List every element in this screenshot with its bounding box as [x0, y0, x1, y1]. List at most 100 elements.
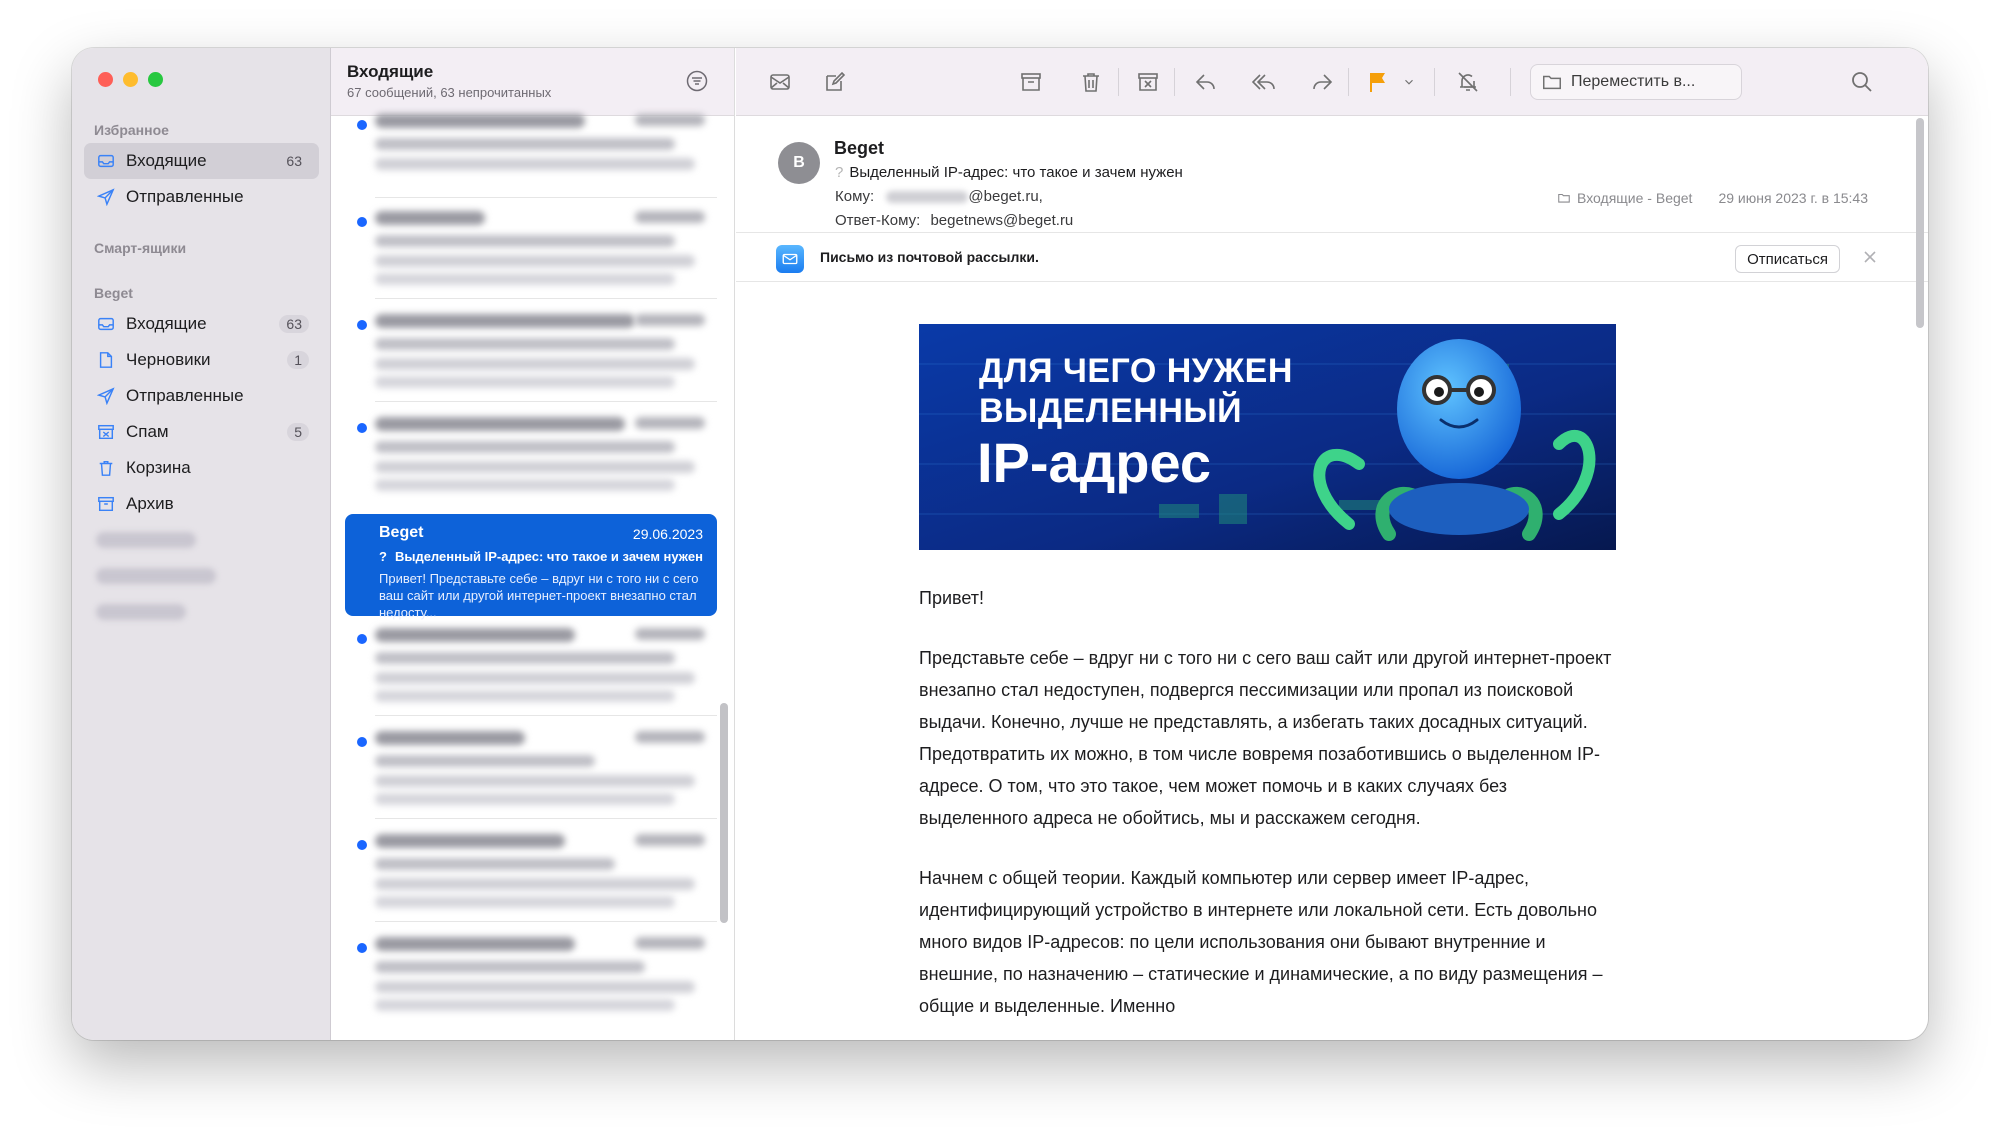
newsletter-icon [776, 245, 804, 273]
archive-button[interactable] [1017, 68, 1045, 96]
compose-button[interactable] [821, 68, 849, 96]
sent-icon [96, 386, 116, 406]
smart-mailboxes-title: Смарт-ящики [94, 240, 187, 256]
message-list-scrollbar[interactable] [720, 703, 728, 923]
blurred-date [635, 211, 705, 223]
newsletter-note: Письмо из почтовой рассылки. [820, 249, 1039, 265]
reply-to-address[interactable]: begetnews@beget.ru [930, 212, 1073, 229]
sidebar-item-inbox[interactable]: Входящие 63 [84, 306, 319, 342]
divider [375, 197, 717, 198]
list-item[interactable] [345, 826, 717, 922]
blurred-date [635, 314, 705, 326]
blurred-preview [375, 690, 675, 702]
list-item[interactable] [345, 203, 717, 299]
recipient-domain[interactable]: @beget.ru, [968, 188, 1042, 205]
minimize-window-button[interactable] [123, 72, 138, 87]
delete-button[interactable] [1077, 68, 1105, 96]
blurred-sender [375, 211, 485, 225]
divider [375, 921, 717, 922]
junk-icon [1138, 73, 1158, 91]
mailbox-title: Входящие [347, 62, 434, 81]
sidebar-item-label: Входящие [126, 314, 207, 333]
archive-icon [1021, 73, 1041, 91]
sidebar-item-trash[interactable]: Корзина [84, 450, 319, 486]
list-item[interactable] [345, 106, 717, 198]
blurred-sender [375, 731, 525, 745]
blurred-preview [375, 479, 675, 491]
spam-icon [96, 422, 116, 442]
junk-button[interactable] [1134, 68, 1162, 96]
zoom-window-button[interactable] [148, 72, 163, 87]
blurred-preview [375, 376, 675, 388]
blurred-preview [375, 235, 675, 247]
mailbox-name: Входящие - Beget [1577, 190, 1693, 206]
selected-subject-text: Выделенный IP-адрес: что такое и зачем н… [394, 549, 703, 564]
get-mail-button[interactable] [766, 68, 794, 96]
toolbar-divider [1174, 68, 1175, 96]
sidebar-item-sent[interactable]: Отправленные [84, 378, 319, 414]
sidebar-item-favorites-inbox[interactable]: Входящие 63 [84, 143, 319, 179]
blurred-preview [375, 461, 695, 473]
mute-button[interactable] [1454, 68, 1482, 96]
message-list: Входящие 67 сообщений, 63 непрочитанных [331, 48, 735, 1040]
blurred-preview [375, 793, 675, 805]
blurred-sender [375, 114, 585, 128]
blurred-preview [375, 138, 675, 150]
reply-button[interactable] [1192, 68, 1220, 96]
blurred-preview [375, 441, 675, 453]
reply-icon [1195, 74, 1215, 90]
blurred-preview [375, 878, 695, 890]
unsubscribe-button[interactable]: Отписаться [1735, 245, 1840, 273]
blurred-preview [375, 999, 675, 1011]
sent-icon [96, 187, 116, 207]
archive-icon [96, 494, 116, 514]
move-to-button[interactable]: Переместить в... [1530, 64, 1742, 100]
list-item[interactable] [345, 620, 717, 716]
mail-window: Избранное Входящие 63 Отправленные Смарт… [72, 48, 1928, 1040]
blurred-preview [375, 273, 675, 285]
sidebar-item-spam[interactable]: Спам 5 [84, 414, 319, 450]
selected-subject: ? Выделенный IP-адрес: что такое и зачем … [379, 549, 703, 564]
bell-slash-icon [1458, 72, 1478, 92]
trash-icon [96, 458, 116, 478]
mailbox-subtitle: 67 сообщений, 63 непрочитанных [347, 85, 552, 100]
blurred-mailbox[interactable] [96, 604, 186, 620]
blurred-preview [375, 338, 675, 350]
blurred-preview [375, 652, 675, 664]
selected-message[interactable]: Beget 29.06.2023 ? Выделенный IP-адрес: ч… [345, 514, 717, 620]
hero-line-3: IP-адрес [977, 431, 1212, 494]
selected-sender: Beget [379, 524, 424, 541]
blurred-sender [375, 628, 575, 642]
blurred-sender [375, 417, 625, 431]
list-item[interactable] [345, 929, 717, 1025]
unread-dot [357, 320, 367, 330]
blurred-sender [375, 314, 635, 328]
drafts-count: 1 [287, 351, 309, 369]
sidebar-item-label: Отправленные [126, 187, 244, 206]
reply-all-button[interactable] [1250, 68, 1278, 96]
blurred-preview [375, 358, 695, 370]
envelope-icon [770, 74, 790, 90]
list-item[interactable] [345, 409, 717, 505]
sender-name[interactable]: Beget [834, 138, 884, 159]
message-header: B Beget ? Выделенный IP-адрес: что такое … [736, 116, 1928, 250]
blurred-recipient [886, 191, 969, 204]
list-item[interactable] [345, 723, 717, 819]
flag-menu-button[interactable] [1400, 68, 1418, 96]
sidebar-item-drafts[interactable]: Черновики 1 [84, 342, 319, 378]
blurred-mailbox[interactable] [96, 532, 196, 548]
forward-button[interactable] [1308, 68, 1336, 96]
blurred-mailbox[interactable] [96, 568, 216, 584]
flag-button[interactable] [1364, 68, 1392, 96]
move-to-label: Переместить в... [1571, 73, 1696, 90]
list-item[interactable] [345, 306, 717, 402]
reading-pane: Переместить в... B Beget ? Выделенный IP-… [736, 48, 1928, 1040]
reading-pane-scrollbar[interactable] [1916, 118, 1924, 328]
filter-icon[interactable] [686, 70, 708, 92]
unread-dot [357, 943, 367, 953]
sidebar-item-archive[interactable]: Архив [84, 486, 319, 522]
sidebar-item-favorites-sent[interactable]: Отправленные [84, 179, 319, 215]
search-button[interactable] [1848, 68, 1876, 96]
close-icon[interactable] [1862, 249, 1878, 265]
close-window-button[interactable] [98, 72, 113, 87]
